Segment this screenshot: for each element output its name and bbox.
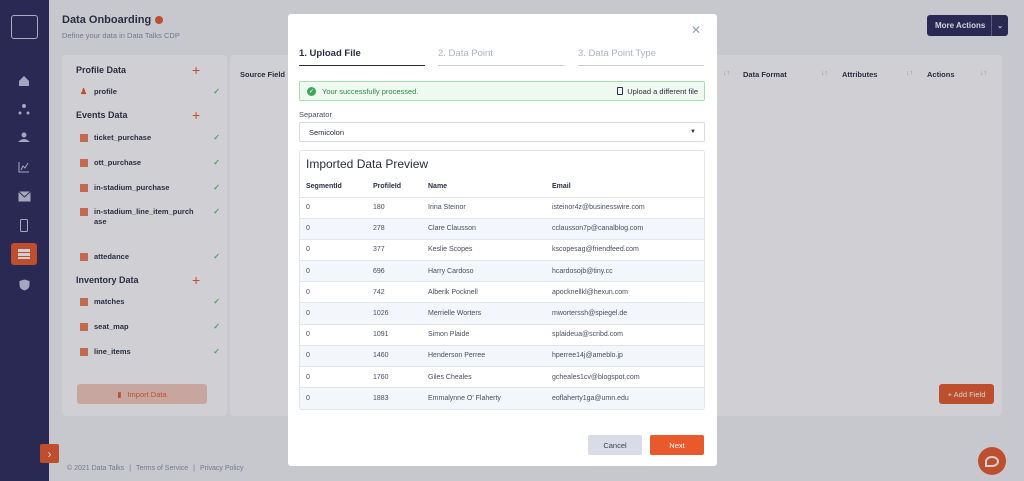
col-name: Name xyxy=(428,183,448,191)
cell-email: kscopesag@friendfeed.com xyxy=(546,238,704,261)
cell-profileid: 377 xyxy=(367,238,422,261)
table-row: 0 742 Alberik Pocknell apocknellkl@hexun.co… xyxy=(300,281,704,303)
cell-segmentid: 0 xyxy=(300,196,367,219)
step-data-point[interactable]: 2. Data Point xyxy=(438,48,564,66)
table-row: 0 377 Keslie Scopes kscopesag@friendfeed.co… xyxy=(300,238,704,261)
cell-name: Emmalynne O' Flaherty xyxy=(422,387,546,409)
cell-email: eoflaherty1ga@umn.edu xyxy=(546,387,704,409)
cell-name: Merrielle Worters xyxy=(422,302,546,325)
caret-down-icon: ▼ xyxy=(690,129,696,135)
cell-email: hperree14j@ameblo.jp xyxy=(546,344,704,367)
cell-name: Giles Cheales xyxy=(422,365,546,388)
separator-label: Separator xyxy=(299,110,332,119)
cell-segmentid: 0 xyxy=(300,365,367,388)
success-alert: ✓ Your successfully processed. Upload a … xyxy=(299,81,705,101)
col-segmentid: SegmentId xyxy=(306,183,342,191)
next-button[interactable]: Next xyxy=(650,435,704,455)
cell-name: Keslie Scopes xyxy=(422,238,546,261)
upload-file-modal: ✕ 1. Upload File 2. Data Point 3. Data P… xyxy=(288,14,717,466)
cell-segmentid: 0 xyxy=(300,323,367,346)
upload-different-file-button[interactable]: Upload a different file xyxy=(617,87,698,96)
cell-profileid: 1460 xyxy=(367,344,422,367)
cell-segmentid: 0 xyxy=(300,302,367,325)
table-row: 0 1883 Emmalynne O' Flaherty eoflaherty1ga@… xyxy=(300,387,704,409)
separator-value: Semicolon xyxy=(309,127,345,137)
table-row: 0 696 Harry Cardoso hcardosojb@tiny.cc xyxy=(300,260,704,282)
cell-email: mworterssh@spiegel.de xyxy=(546,302,704,325)
cell-profileid: 696 xyxy=(367,260,422,282)
cell-segmentid: 0 xyxy=(300,281,367,303)
col-email: Email xyxy=(552,183,571,191)
cell-email: apocknellkl@hexun.com xyxy=(546,281,704,303)
success-message: Your successfully processed. xyxy=(322,86,419,96)
table-row: 0 180 Irina Steinor isteinor4z@businesswire… xyxy=(300,196,704,219)
separator-select[interactable]: Semicolon ▼ xyxy=(299,122,705,142)
cell-name: Simon Plaide xyxy=(422,323,546,346)
cell-profileid: 1760 xyxy=(367,365,422,388)
table-row: 0 1460 Henderson Perree hperree14j@ameblo.j… xyxy=(300,344,704,367)
cell-name: Henderson Perree xyxy=(422,344,546,367)
cell-email: gcheales1cv@blogspot.com xyxy=(546,365,704,388)
cell-name: Irina Steinor xyxy=(422,196,546,219)
cell-segmentid: 0 xyxy=(300,387,367,409)
cell-email: hcardosojb@tiny.cc xyxy=(546,260,704,282)
table-row: 0 1026 Merrielle Worters mworterssh@spiegel… xyxy=(300,302,704,325)
step-data-point-type[interactable]: 3. Data Point Type xyxy=(578,48,704,66)
close-icon[interactable]: ✕ xyxy=(691,23,701,37)
check-circle-icon: ✓ xyxy=(307,86,316,96)
document-icon xyxy=(617,87,624,95)
preview-table: SegmentId ProfileId Name Email 0 180 Irina… xyxy=(300,177,704,409)
cell-segmentid: 0 xyxy=(300,238,367,261)
cell-email: cclausson7p@canalblog.com xyxy=(546,217,704,240)
cell-name: Harry Cardoso xyxy=(422,260,546,282)
cancel-button[interactable]: Cancel xyxy=(588,435,642,455)
cell-profileid: 278 xyxy=(367,217,422,240)
table-row: 0 1091 Simon Plaide splaideua@scribd.com xyxy=(300,323,704,346)
step-upload-file[interactable]: 1. Upload File xyxy=(299,48,425,66)
table-row: 0 1760 Giles Cheales gcheales1cv@blogspot.c… xyxy=(300,365,704,388)
cell-profileid: 742 xyxy=(367,281,422,303)
cell-name: Clare Clausson xyxy=(422,217,546,240)
table-header-row: SegmentId ProfileId Name Email xyxy=(300,177,704,197)
col-profileid: ProfileId xyxy=(373,183,402,191)
cell-email: splaideua@scribd.com xyxy=(546,323,704,346)
cell-profileid: 180 xyxy=(367,196,422,219)
cell-profileid: 1091 xyxy=(367,323,422,346)
table-row: 0 278 Clare Clausson cclausson7p@canalblog.… xyxy=(300,217,704,240)
cell-email: isteinor4z@businesswire.com xyxy=(546,196,704,219)
cell-segmentid: 0 xyxy=(300,217,367,240)
preview-title: Imported Data Preview xyxy=(306,157,429,171)
cell-segmentid: 0 xyxy=(300,344,367,367)
cell-segmentid: 0 xyxy=(300,260,367,282)
cell-profileid: 1883 xyxy=(367,387,422,409)
cell-profileid: 1026 xyxy=(367,302,422,325)
imported-data-preview: Imported Data Preview SegmentId ProfileI… xyxy=(299,150,705,410)
cell-name: Alberik Pocknell xyxy=(422,281,546,303)
upload-different-file-label: Upload a different file xyxy=(627,86,698,96)
